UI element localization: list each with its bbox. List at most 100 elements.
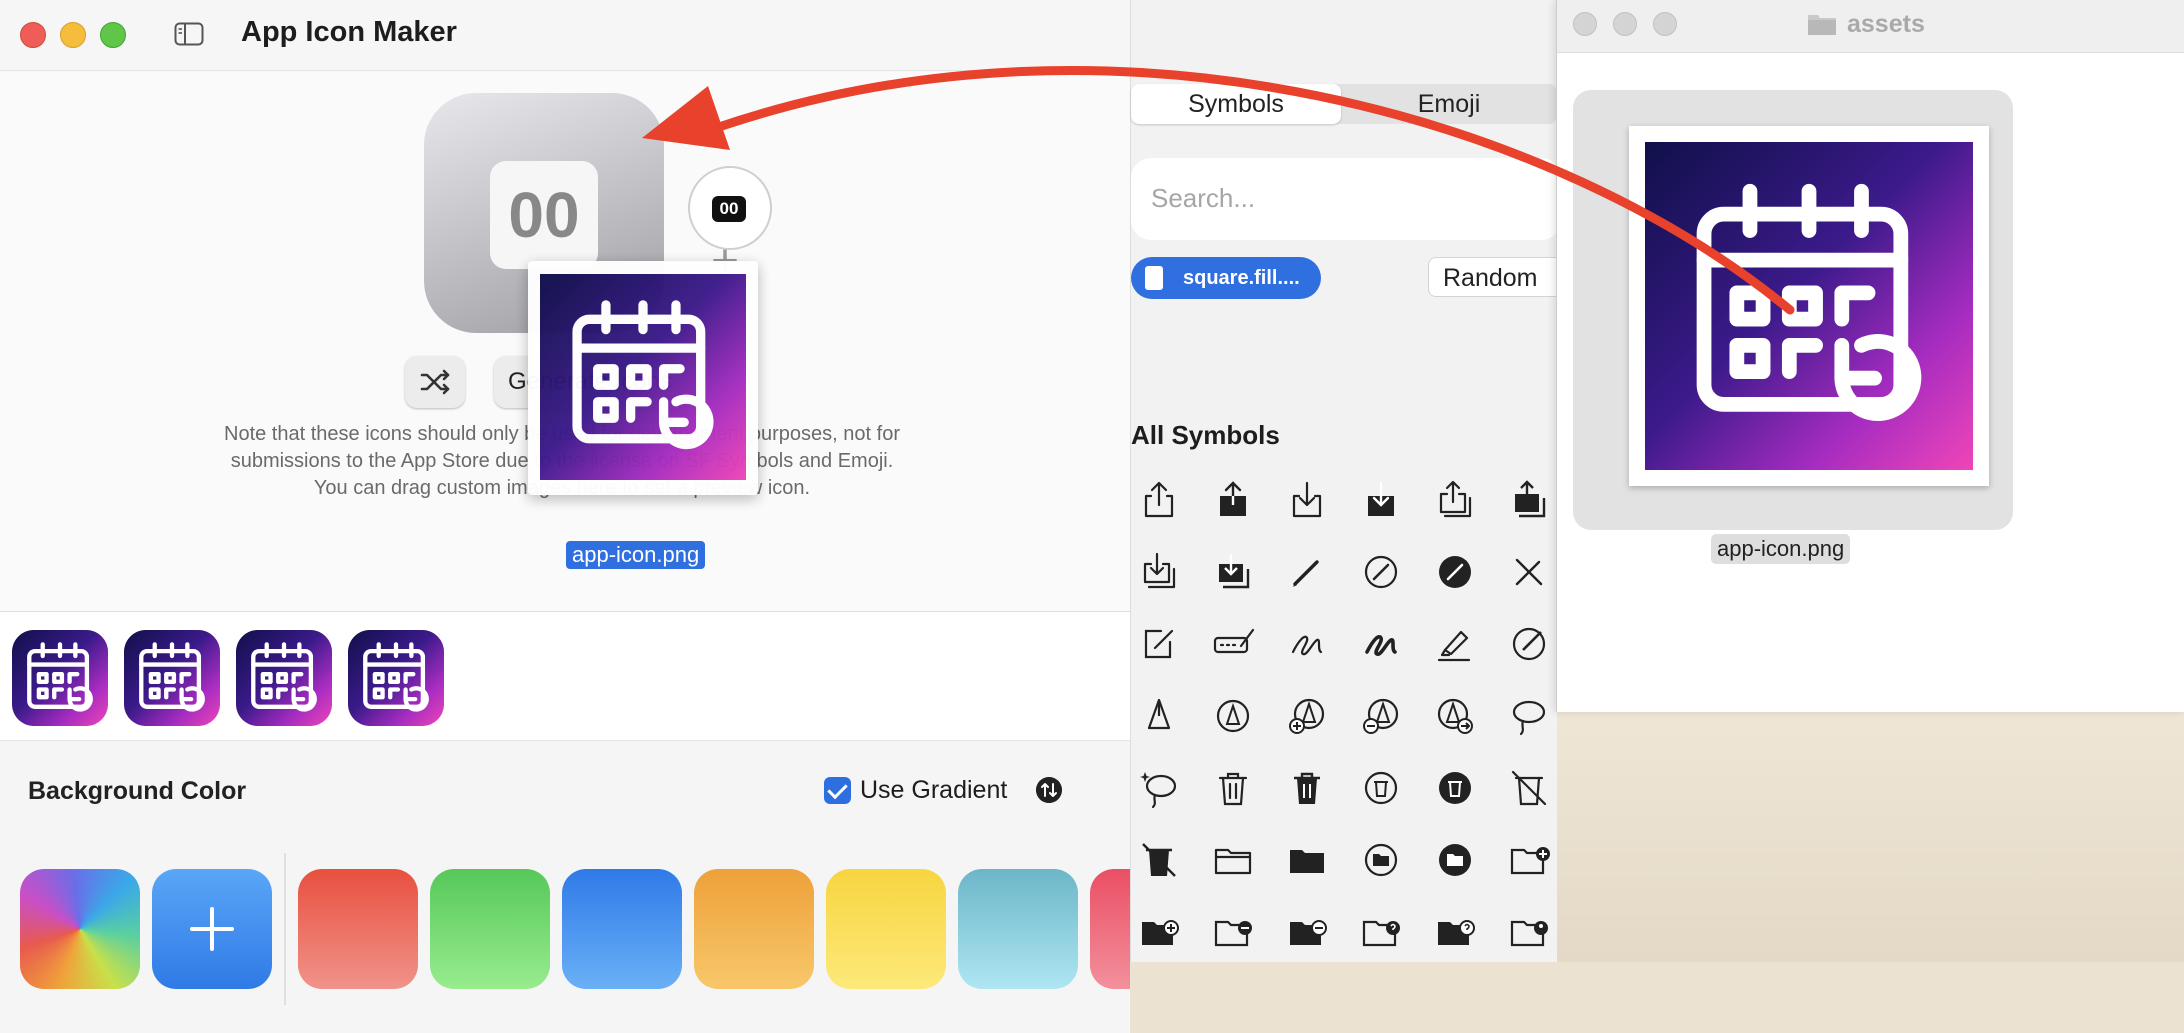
selected-symbol-chip[interactable]: square.fill.... [1131, 257, 1321, 299]
folder-person-icon[interactable] [1507, 910, 1551, 954]
dragged-image-preview [528, 261, 758, 495]
pencil-line-icon[interactable] [1211, 622, 1255, 666]
shuffle-button[interactable] [405, 356, 465, 408]
use-gradient-label[interactable]: Use Gradient [860, 776, 1007, 805]
generated-icon[interactable] [12, 630, 108, 726]
download-fill-icon[interactable] [1359, 478, 1403, 522]
file-item-selected[interactable] [1573, 90, 2013, 530]
generated-icon[interactable] [348, 630, 444, 726]
badge-button[interactable]: 00 [688, 166, 772, 250]
calendar-icon [540, 274, 746, 480]
trash-slash-fill-icon[interactable] [1137, 838, 1181, 882]
folder-icon[interactable] [1211, 838, 1255, 882]
highlighter-icon[interactable] [1433, 622, 1477, 666]
icon-preview-area[interactable]: 00 + 00 Generate Icons Note that the [0, 71, 1130, 569]
red-swatch[interactable] [298, 869, 418, 989]
trash-fill-icon[interactable] [1285, 766, 1329, 810]
editor-pane: 00 + 00 Generate Icons Note that the [0, 71, 1130, 1033]
color-wheel-swatch[interactable] [20, 869, 140, 989]
folder-add-icon[interactable] [1507, 838, 1551, 882]
selected-symbol-name: square.fill.... [1183, 267, 1300, 289]
dragged-file-label: app-icon.png [566, 541, 706, 569]
tab-emoji[interactable]: Emoji [1341, 84, 1557, 124]
trash-slash-icon[interactable] [1507, 766, 1551, 810]
orange-swatch[interactable] [694, 869, 814, 989]
lasso-icon[interactable] [1507, 694, 1551, 738]
pencil-circle-icon[interactable] [1359, 550, 1403, 594]
desktop-background [1550, 710, 2184, 962]
download-stack-icon[interactable] [1137, 550, 1181, 594]
pen-tip-circle-icon[interactable] [1211, 694, 1255, 738]
finder-title: assets [1847, 10, 1925, 38]
pencil-icon[interactable] [1285, 550, 1329, 594]
file-thumbnail [1629, 126, 1989, 486]
use-gradient-checkbox[interactable] [824, 777, 851, 804]
file-name-label[interactable]: app-icon.png [1711, 534, 1851, 564]
generated-icon[interactable] [124, 630, 220, 726]
share-stack-icon[interactable] [1433, 478, 1477, 522]
trash-circle-icon[interactable] [1359, 766, 1403, 810]
trash-circle-fill-icon[interactable] [1433, 766, 1477, 810]
minimize-window-button[interactable] [60, 22, 86, 48]
green-swatch[interactable] [430, 869, 550, 989]
folder-fill-remove-icon[interactable] [1285, 910, 1329, 954]
background-color-title: Background Color [28, 777, 247, 805]
trash-icon[interactable] [1211, 766, 1255, 810]
finder-zoom-button[interactable] [1653, 12, 1677, 36]
plus-icon [190, 907, 234, 951]
scribble-variable-icon[interactable] [1359, 622, 1403, 666]
pencil-slash-icon[interactable] [1507, 550, 1551, 594]
pencil-circle-fill-icon[interactable] [1433, 550, 1477, 594]
folder-circle-icon[interactable] [1359, 838, 1403, 882]
pencil-tip-circle-icon[interactable] [1507, 622, 1551, 666]
square-pencil-icon[interactable] [1137, 622, 1181, 666]
pen-tip-arrow-icon[interactable] [1433, 694, 1477, 738]
title-bar: App Icon Maker [0, 0, 1130, 71]
app-title: App Icon Maker [241, 16, 457, 48]
blue-swatch[interactable] [562, 869, 682, 989]
download-icon[interactable] [1285, 478, 1329, 522]
lasso-sparkles-icon[interactable] [1137, 766, 1181, 810]
badge-chip: 00 [712, 196, 746, 222]
calendar-icon [1645, 142, 1973, 470]
zoom-window-button[interactable] [100, 22, 126, 48]
pink-swatch[interactable] [1090, 869, 1130, 989]
app-window: App Icon Maker 00 + 00 Ge [0, 0, 1568, 1033]
share-stack-fill-icon[interactable] [1507, 478, 1551, 522]
generated-icons-strip [0, 612, 1130, 740]
folder-fill-icon[interactable] [1285, 838, 1329, 882]
teal-swatch[interactable] [958, 869, 1078, 989]
pen-tip-icon[interactable] [1137, 694, 1181, 738]
folder-circle-fill-icon[interactable] [1433, 838, 1477, 882]
folder-fill-question-icon[interactable] [1433, 910, 1477, 954]
generated-icon[interactable] [236, 630, 332, 726]
tab-symbols[interactable]: Symbols [1131, 84, 1341, 124]
shuffle-icon [420, 369, 450, 395]
add-color-button[interactable] [152, 869, 272, 989]
preview-symbol: 00 [490, 161, 598, 269]
pen-tip-add-icon[interactable] [1285, 694, 1329, 738]
download-stack-fill-icon[interactable] [1211, 550, 1255, 594]
share-icon[interactable] [1137, 478, 1181, 522]
random-button[interactable]: Random [1428, 257, 1568, 297]
finder-close-button[interactable] [1573, 12, 1597, 36]
folder-fill-add-icon[interactable] [1137, 910, 1181, 954]
close-window-button[interactable] [20, 22, 46, 48]
symbol-search-field[interactable] [1131, 158, 1561, 240]
share-fill-icon[interactable] [1211, 478, 1255, 522]
folder-icon [1808, 15, 1836, 35]
symbol-search-input[interactable] [1149, 182, 1533, 215]
swatch-separator [284, 853, 286, 1005]
pen-tip-remove-icon[interactable] [1359, 694, 1403, 738]
finder-minimize-button[interactable] [1613, 12, 1637, 36]
sidebar-toggle-icon[interactable] [174, 22, 204, 46]
background-color-section: Background Color Use Gradient [0, 741, 1130, 1033]
finder-window: assets app-icon.png [1556, 0, 2184, 712]
symbol-picker-panel: Symbols Emoji square.fill.... Random All… [1130, 0, 1568, 962]
scribble-icon[interactable] [1285, 622, 1329, 666]
folder-remove-icon[interactable] [1211, 910, 1255, 954]
folder-question-icon[interactable] [1359, 910, 1403, 954]
gradient-direction-icon[interactable] [1036, 777, 1062, 803]
yellow-swatch[interactable] [826, 869, 946, 989]
finder-title-bar: assets [1557, 0, 2184, 53]
